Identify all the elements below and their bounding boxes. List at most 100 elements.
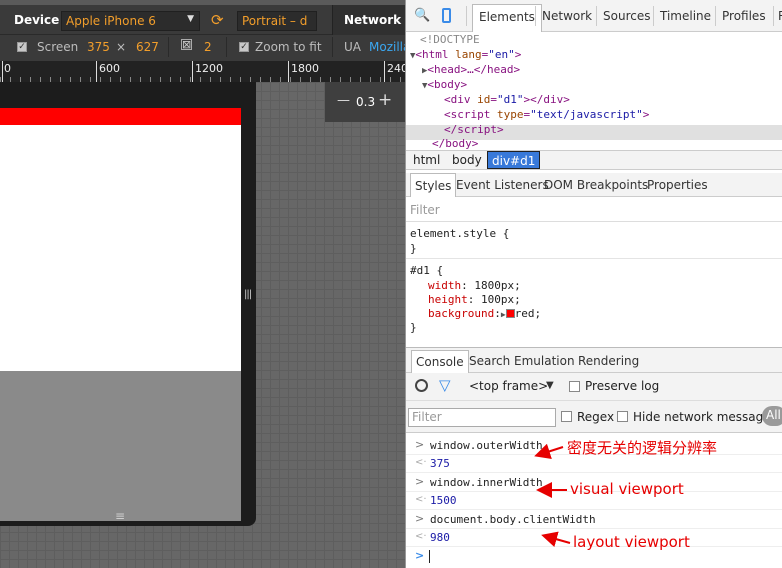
viewport-overflow-area bbox=[0, 371, 241, 521]
zoom-in-button[interactable]: + bbox=[378, 90, 392, 110]
prompt-chevron-icon: > bbox=[415, 549, 425, 562]
tab-search[interactable]: Search bbox=[469, 354, 510, 368]
all-levels-button[interactable]: All bbox=[762, 406, 782, 426]
screen-width-input[interactable]: 375 bbox=[87, 40, 110, 54]
chevron-down-icon[interactable]: ▼ bbox=[546, 380, 554, 391]
tab-timeline[interactable]: Timeline bbox=[660, 9, 711, 23]
styles-filter-input[interactable]: Filter bbox=[410, 203, 440, 217]
tab-resources[interactable]: R bbox=[778, 9, 782, 23]
device-select[interactable]: Apple iPhone 6 ▼ bbox=[61, 11, 200, 31]
clear-console-icon[interactable] bbox=[415, 379, 428, 392]
console-output-value: 980 bbox=[430, 531, 450, 544]
breadcrumb: html body div#d1 bbox=[406, 150, 782, 170]
ruler-label: 600 bbox=[99, 62, 120, 75]
device-select-value: Apple iPhone 6 bbox=[66, 14, 156, 28]
zoom-out-button[interactable]: — bbox=[337, 93, 350, 108]
tab-properties[interactable]: Properties bbox=[647, 178, 708, 192]
dom-body-node[interactable]: ▼<body> bbox=[422, 78, 467, 91]
orientation-select-value: Portrait – d bbox=[242, 14, 308, 28]
mobile-device-icon[interactable] bbox=[442, 8, 451, 23]
ruler-major-tick bbox=[384, 61, 385, 82]
element-style-close: } bbox=[410, 242, 417, 255]
rule-divider bbox=[406, 258, 782, 259]
div-d1-red-bar bbox=[0, 108, 241, 125]
tab-emulation[interactable]: Emulation bbox=[514, 354, 575, 368]
ruler-major-tick bbox=[2, 61, 3, 82]
console-input-line: > document.body.clientWidth bbox=[406, 510, 782, 529]
console-input-text: document.body.clientWidth bbox=[430, 513, 596, 526]
tab-elements[interactable]: Elements bbox=[472, 4, 542, 32]
filter-icon[interactable]: ▽ bbox=[439, 376, 451, 394]
rule-property-row[interactable]: height: 100px; bbox=[428, 293, 521, 306]
ruler-major-tick bbox=[288, 61, 289, 82]
element-style-selector: element.style { bbox=[410, 227, 510, 240]
text-cursor bbox=[429, 550, 430, 563]
tab-separator bbox=[466, 6, 467, 26]
toolbar-separator bbox=[226, 37, 227, 57]
ruler-label: 0 bbox=[4, 62, 11, 75]
dom-script-close[interactable]: </script> bbox=[444, 123, 504, 136]
tab-separator bbox=[596, 6, 597, 26]
frame-select[interactable]: <top frame> bbox=[469, 379, 548, 393]
regex-label: Regex bbox=[577, 410, 615, 424]
dom-div-node[interactable]: <div id="d1"></div> bbox=[444, 93, 570, 106]
dom-body-close[interactable]: </body> bbox=[432, 137, 478, 150]
zoom-to-fit-label: Zoom to fit bbox=[255, 40, 322, 54]
breadcrumb-html[interactable]: html bbox=[413, 153, 440, 167]
devtools-main-tabs: 🔍 Elements Network Sources Timeline Prof… bbox=[406, 0, 782, 32]
screen-checkbox[interactable]: ✓ bbox=[17, 42, 27, 52]
ua-label: UA bbox=[344, 40, 361, 54]
tab-sources[interactable]: Sources bbox=[603, 9, 650, 23]
hide-network-label: Hide network messages bbox=[633, 410, 777, 424]
zoom-to-fit-checkbox[interactable]: ✓ bbox=[239, 42, 249, 52]
inspect-search-icon[interactable]: 🔍 bbox=[414, 8, 430, 23]
tab-network[interactable]: Network bbox=[542, 9, 592, 23]
rule-property-row[interactable]: width: 1800px; bbox=[428, 279, 521, 292]
ua-input[interactable]: Mozilla bbox=[369, 40, 405, 54]
breadcrumb-body[interactable]: body bbox=[452, 153, 482, 167]
toolbar-separator bbox=[168, 37, 169, 57]
network-tab-label[interactable]: Network bbox=[344, 13, 401, 27]
rotate-icon[interactable]: ⟳ bbox=[211, 11, 224, 29]
result-arrow-icon: <· bbox=[415, 531, 427, 542]
console-filter-input[interactable]: Filter bbox=[408, 408, 556, 427]
annotation-layout-viewport: layout viewport bbox=[573, 533, 690, 551]
regex-checkbox[interactable] bbox=[561, 411, 572, 422]
preserve-log-checkbox[interactable] bbox=[569, 381, 580, 392]
hide-network-checkbox[interactable] bbox=[617, 411, 628, 422]
dom-doctype[interactable]: <!DOCTYPE bbox=[420, 33, 480, 46]
prompt-chevron-icon: > bbox=[415, 475, 425, 488]
dom-head-node[interactable]: ▶<head>…</head> bbox=[422, 63, 520, 76]
ruler-label: 240 bbox=[387, 62, 405, 75]
console-output-value: 375 bbox=[430, 457, 450, 470]
annotation-density-independent: 密度无关的逻辑分辨率 bbox=[567, 439, 718, 457]
resize-handle-bottom[interactable]: ≡ bbox=[115, 509, 125, 523]
tab-styles[interactable]: Styles bbox=[410, 173, 457, 197]
screen-height-input[interactable]: 627 bbox=[136, 40, 159, 54]
console-input-text: window.outerWidth bbox=[430, 439, 543, 452]
console-toolbar: ▽ <top frame> ▼ Preserve log bbox=[406, 373, 782, 401]
orientation-select[interactable]: Portrait – d bbox=[237, 11, 317, 31]
console-input-text: window.innerWidth bbox=[430, 476, 543, 489]
console-filter-bar: Filter Regex Hide network messages bbox=[406, 401, 782, 433]
tab-dom-breakpoints[interactable]: DOM Breakpoints bbox=[544, 178, 648, 192]
prompt-chevron-icon: > bbox=[415, 438, 425, 451]
dom-html-node[interactable]: ▼<html lang="en"> bbox=[410, 48, 521, 61]
color-swatch[interactable] bbox=[505, 309, 515, 318]
preserve-log-label: Preserve log bbox=[585, 379, 660, 393]
tab-separator bbox=[715, 6, 716, 26]
tab-separator bbox=[653, 6, 654, 26]
rule-property-row[interactable]: background:▶ red; bbox=[428, 307, 541, 320]
tab-console[interactable]: Console bbox=[411, 350, 469, 374]
resize-handle-right[interactable]: ||| bbox=[244, 289, 252, 300]
screen-label: Screen bbox=[37, 40, 79, 54]
tab-rendering[interactable]: Rendering bbox=[578, 354, 639, 368]
tab-event-listeners[interactable]: Event Listeners bbox=[456, 178, 549, 192]
breadcrumb-div-d1[interactable]: div#d1 bbox=[487, 151, 541, 169]
ruler-label: 1800 bbox=[291, 62, 319, 75]
device-pixel-ratio-input[interactable]: 2 bbox=[204, 40, 212, 54]
dom-script-node[interactable]: <script type="text/javascript"> bbox=[444, 108, 649, 121]
prompt-chevron-icon: > bbox=[415, 512, 425, 525]
tab-profiles[interactable]: Profiles bbox=[722, 9, 766, 23]
zoom-value: 0.3 bbox=[356, 95, 376, 109]
